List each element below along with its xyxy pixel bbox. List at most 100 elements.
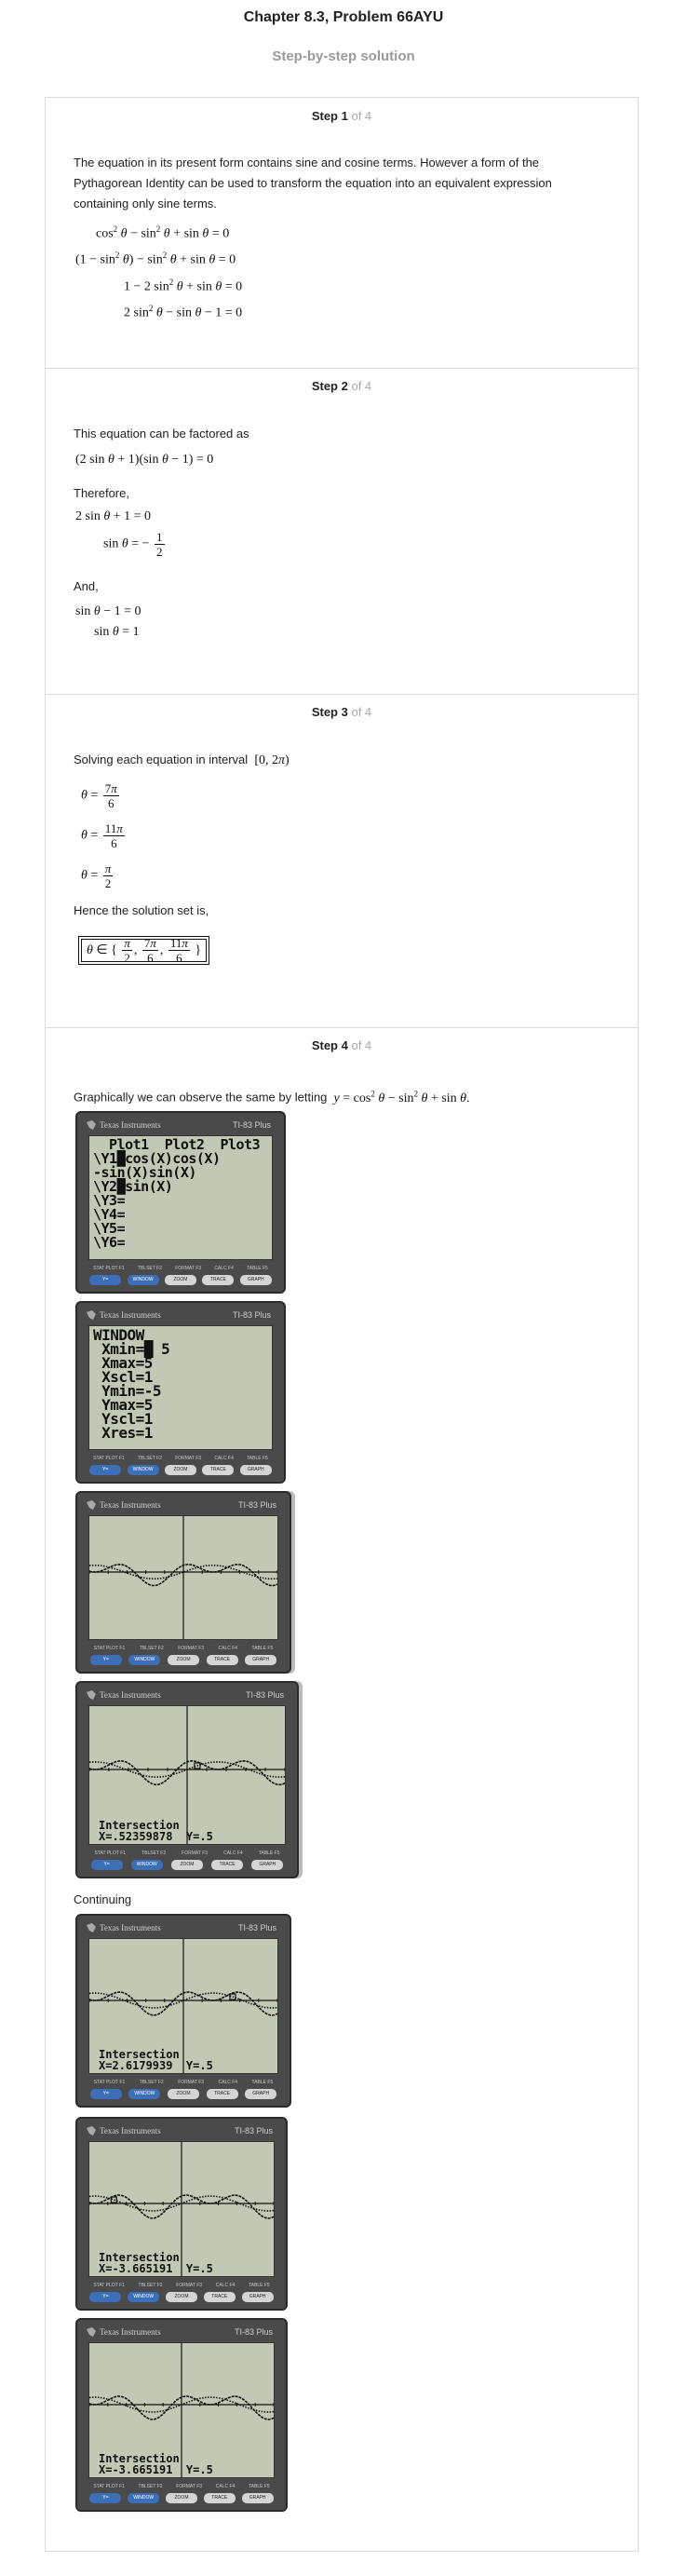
function-key-labels: STAT PLOT F1 TBLSET F2 FORMAT F3 CALC F4 TAB… [87, 1456, 275, 1463]
ti-logo-icon [87, 1690, 96, 1700]
equation: sin θ = 1 [94, 625, 140, 639]
y-equals-key: Y= [89, 2493, 122, 2503]
function-key-label: TABLE F5 [247, 1266, 268, 1271]
function-key-label: FORMAT F3 [175, 1266, 202, 1271]
trace-key: TRACE [206, 2089, 238, 2099]
graph-key: GRAPH [245, 2089, 277, 2099]
function-key-label: CALC F4 [223, 1851, 243, 1856]
step-count: of 4 [351, 705, 372, 719]
trace-key: TRACE [202, 1275, 235, 1285]
graph-key: GRAPH [241, 2292, 274, 2302]
function-key-label: STAT PLOT F1 [93, 2484, 125, 2489]
function-key-label: TBLSET F2 [139, 2080, 164, 2085]
step-count: of 4 [351, 1038, 372, 1052]
function-key-label: CALC F4 [214, 1456, 234, 1461]
function-key-label: CALC F4 [214, 1266, 234, 1271]
calculator-brand: Texas Instruments TI-83 Plus [87, 1308, 275, 1325]
calculator-screen: Intersection X=-3.665191 Y=.5 [88, 2342, 275, 2478]
function-key-label: STAT PLOT F1 [94, 1851, 127, 1856]
step-4-text: Continuing [74, 1892, 132, 1906]
trace-key: TRACE [211, 1860, 244, 1870]
graph-key: GRAPH [251, 1860, 284, 1870]
intersection-readout: Intersection X=2.6179939 Y=.5 [99, 2049, 213, 2071]
calculator-brand: Texas Instruments TI-83 Plus [87, 1688, 288, 1705]
function-key-labels: STAT PLOT F1 TBLSET F2 FORMAT F3 CALC F4 TAB… [87, 2283, 276, 2290]
calculator-keys: STAT PLOT F1 TBLSET F2 FORMAT F3 CALC F4 TAB… [87, 2080, 280, 2100]
calculator-graph: Texas Instruments TI-83 Plus STAT PLOT F1… [75, 1491, 291, 1674]
calculator-model: TI-83 Plus [234, 2327, 273, 2337]
calculator-brand: Texas Instruments TI-83 Plus [87, 1119, 275, 1135]
window-key: WINDOW [128, 2493, 160, 2503]
calculator-brand-text: Texas Instruments [100, 2327, 161, 2337]
ti-logo-icon [87, 1500, 96, 1510]
step-divider [46, 694, 638, 695]
calculator-intersection: Texas Instruments TI-83 Plus Intersection… [75, 2318, 288, 2512]
equation: sin θ − 1 = 0 [75, 604, 141, 618]
zoom-key: ZOOM [165, 2292, 197, 2302]
y-equals-key: Y= [89, 1275, 122, 1285]
step-2-text: This equation can be factored as [74, 427, 249, 441]
calculator-brand-text: Texas Instruments [100, 1500, 161, 1510]
ti-logo-icon [87, 1310, 96, 1320]
step-4-text: Graphically we can observe the same by l… [74, 1083, 469, 1109]
step-count: of 4 [351, 109, 372, 123]
function-key-label: STAT PLOT F1 [93, 2080, 126, 2085]
calculator-intersection: Texas Instruments TI-83 Plus Intersection… [75, 2117, 288, 2311]
y-equals-key: Y= [89, 1465, 122, 1475]
step-label: Step 4 [311, 1038, 348, 1052]
window-key: WINDOW [130, 1860, 163, 1870]
calculator-intersection: Texas Instruments TI-83 Plus Intersection… [75, 1681, 299, 1878]
y-equals-key: Y= [90, 1860, 123, 1870]
zoom-key: ZOOM [167, 2089, 199, 2099]
function-key-label: TBLSET F2 [139, 1646, 164, 1651]
calculator-model: TI-83 Plus [232, 1120, 271, 1130]
calculator-keys: STAT PLOT F1 TBLSET F2 FORMAT F3 CALC F4 TAB… [87, 2283, 276, 2303]
step-4-header: Step 4 of 4 [46, 1038, 638, 1052]
y-equals-key: Y= [89, 1655, 122, 1665]
ti-logo-icon [87, 1120, 96, 1130]
function-key-label: TBLSET F2 [141, 1851, 167, 1856]
function-key-label: FORMAT F3 [178, 2080, 205, 2085]
function-key-labels: STAT PLOT F1 TBLSET F2 FORMAT F3 CALC F4 TAB… [87, 1646, 280, 1653]
step-1-text: The equation in its present form contain… [74, 156, 552, 210]
ti-logo-icon [87, 2327, 96, 2337]
step-2-text: Therefore, [74, 486, 129, 500]
calculator-keys: STAT PLOT F1 TBLSET F2 FORMAT F3 CALC F4 TAB… [87, 1646, 280, 1666]
step-label: Step 2 [311, 379, 348, 393]
calculator-intersection: Texas Instruments TI-83 Plus Intersection… [75, 1914, 291, 2108]
solution-set: θ ∈ { π2, 7π 6, 11π 6 } [81, 936, 208, 965]
function-key-label: FORMAT F3 [182, 1851, 209, 1856]
calculator-brand: Texas Instruments TI-83 Plus [87, 2124, 276, 2141]
function-key-label: TBLSET F2 [137, 1456, 162, 1461]
y-editor-text: Plot1 Plot2 Plot3 \Y1█cos(X)cos(X) -sin(… [93, 1136, 261, 1251]
window-key: WINDOW [127, 1275, 159, 1285]
function-key-label: CALC F4 [215, 2484, 236, 2489]
calculator-keys: STAT PLOT F1 TBLSET F2 FORMAT F3 CALC F4 TAB… [87, 1456, 275, 1476]
trace-key: TRACE [206, 1655, 238, 1665]
function-key-label: TBLSET F2 [138, 2484, 163, 2489]
function-key-label: TABLE F5 [247, 1456, 268, 1461]
function-key-label: STAT PLOT F1 [93, 2283, 125, 2288]
function-key-labels: STAT PLOT F1 TBLSET F2 FORMAT F3 CALC F4 TAB… [87, 2484, 276, 2491]
solution-card: Step 1 of 4 The equation in its present … [45, 97, 639, 2552]
calculator-model: TI-83 Plus [237, 1923, 276, 1932]
calculator-brand-text: Texas Instruments [100, 1310, 161, 1320]
function-key-labels: STAT PLOT F1 TBLSET F2 FORMAT F3 CALC F4 TAB… [87, 2080, 280, 2087]
graph-key: GRAPH [241, 2493, 274, 2503]
zoom-key: ZOOM [170, 1860, 203, 1870]
window-key: WINDOW [128, 1655, 161, 1665]
step-label: Step 1 [311, 109, 348, 123]
step-3-text: Hence the solution set is, [74, 903, 209, 917]
step-2-header: Step 2 of 4 [46, 379, 638, 393]
function-key-label: TABLE F5 [258, 1851, 280, 1856]
function-key-label: TABLE F5 [251, 1646, 274, 1651]
calculator-screen: Intersection X=.52359878 Y=.5 [88, 1705, 286, 1845]
function-key-label: TBLSET F2 [137, 1266, 162, 1271]
equation: 1 − 2 sin2 θ + sin θ = 0 [124, 278, 243, 294]
calculator-screen: Plot1 Plot2 Plot3 \Y1█cos(X)cos(X) -sin(… [88, 1135, 273, 1260]
solution: θ = π2 [81, 861, 114, 890]
equation: 2 sin θ + 1 = 0 [75, 509, 152, 523]
intersection-readout: Intersection X=-3.665191 Y=.5 [99, 2453, 213, 2475]
calculator-keys: STAT PLOT F1 TBLSET F2 FORMAT F3 CALC F4 TAB… [87, 1266, 275, 1286]
page-subtitle: Step-by-step solution [272, 48, 415, 64]
